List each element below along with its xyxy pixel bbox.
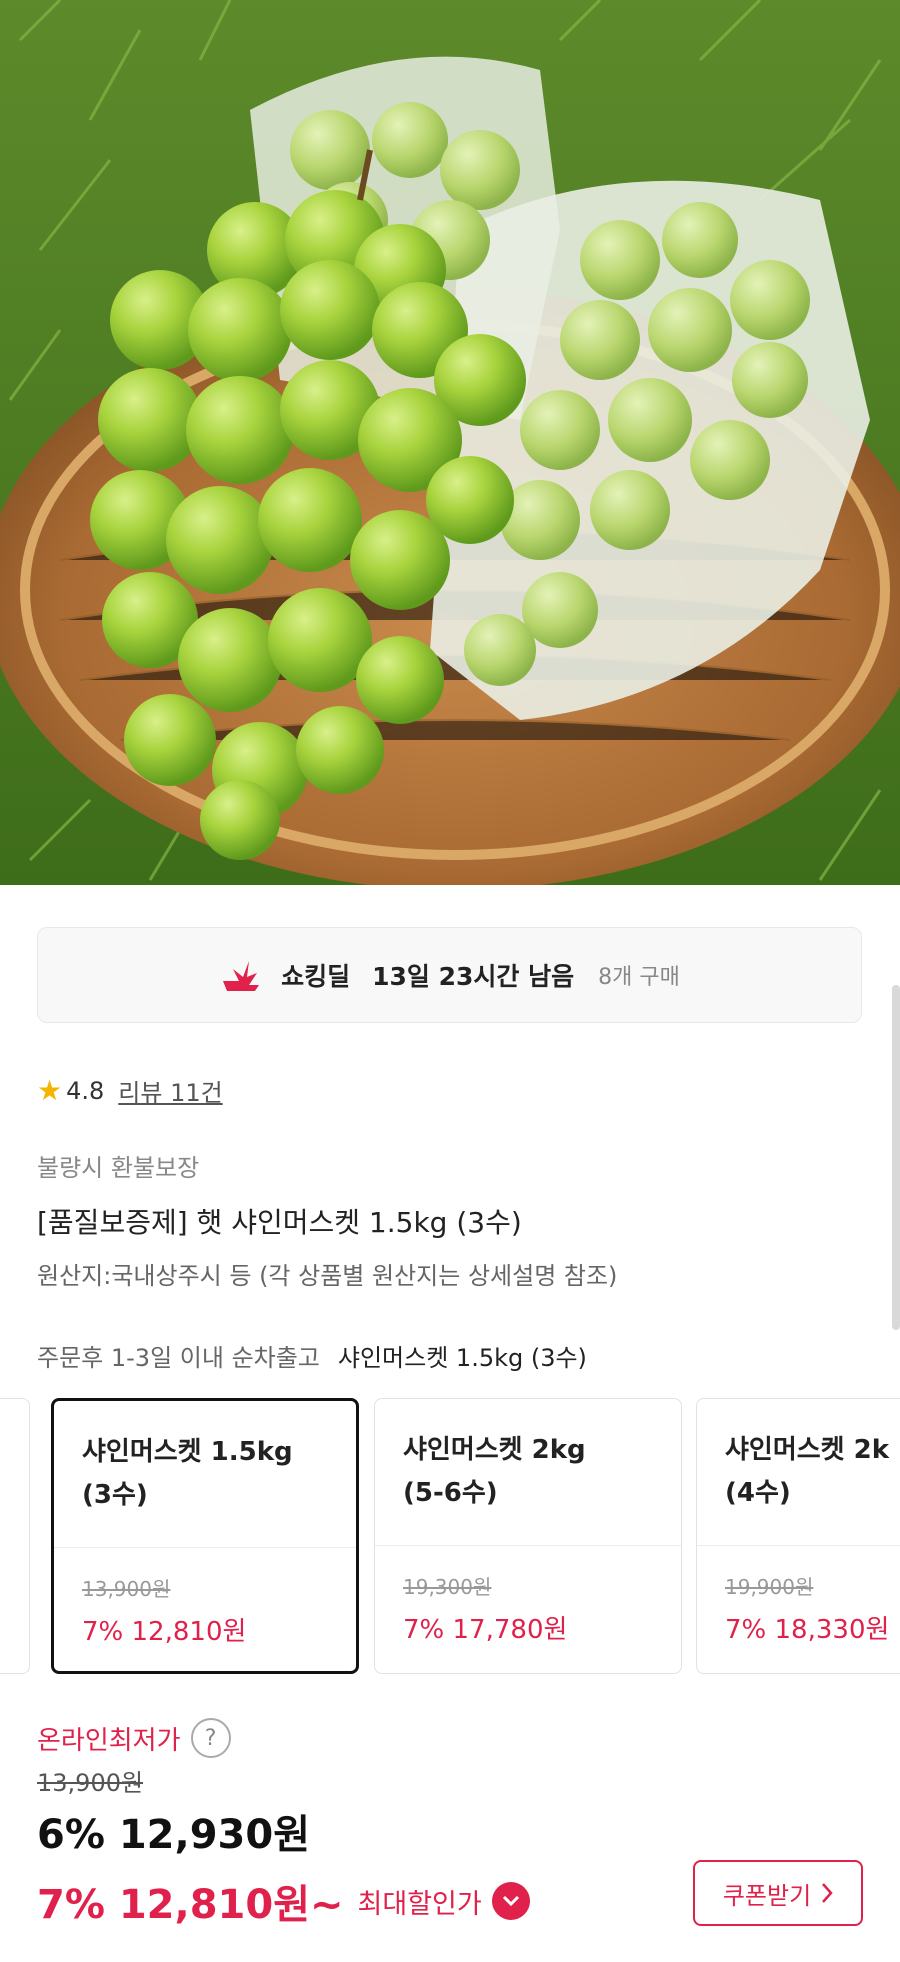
discount-price: 6% 12,930원	[37, 1812, 310, 1858]
option-divider	[375, 1545, 681, 1546]
option-name: 샤인머스켓 2k (4수)	[725, 1435, 890, 1508]
option-name: 샤인머스켓 2kg (5-6수)	[403, 1435, 586, 1508]
option-card-prev[interactable]	[0, 1398, 30, 1674]
option-original-price: 19,900원	[725, 1575, 814, 1599]
chevron-right-icon	[822, 1883, 833, 1903]
rating-score: 4.8	[66, 1076, 105, 1105]
deal-name: 쇼킹딜	[281, 962, 351, 991]
help-icon[interactable]: ?	[190, 1718, 231, 1758]
option-price: 7% 17,780원	[403, 1615, 568, 1645]
best-price-label: 최대할인가	[357, 1888, 482, 1920]
option-original-price: 19,300원	[403, 1575, 492, 1599]
shocking-deal-banner[interactable]: 쇼킹딜 13일 23시간 남음 8개 구매	[37, 927, 862, 1023]
review-link[interactable]: 리뷰 11건	[118, 1073, 222, 1108]
option-card-2[interactable]: 샤인머스켓 2kg (5-6수) 19,300원 7% 17,780원	[374, 1398, 682, 1674]
product-image[interactable]	[0, 0, 900, 885]
grapes-photo	[0, 0, 900, 885]
option-divider	[697, 1545, 900, 1546]
best-price-row[interactable]: 7% 12,810원~ 최대할인가	[37, 1872, 530, 1930]
deal-time-left: 13일 23시간 남음	[372, 962, 575, 991]
selected-option-label: 샤인머스켓 1.5kg (3수)	[337, 1344, 587, 1372]
star-icon: ★	[37, 1073, 63, 1107]
refund-guarantee: 불량시 환불보장	[37, 1154, 200, 1182]
product-title: [품질보증제] 햇 샤인머스켓 1.5kg (3수)	[37, 1206, 522, 1239]
chevron-down-icon[interactable]	[491, 1882, 530, 1920]
lowest-price-label: 온라인최저가	[37, 1725, 181, 1756]
option-card-1[interactable]: 샤인머스켓 1.5kg (3수) 13,900원 7% 12,810원	[51, 1398, 359, 1674]
shipping-info: 주문후 1-3일 이내 순차출고 샤인머스켓 1.5kg (3수)	[37, 1338, 587, 1373]
option-carousel[interactable]: 샤인머스켓 1.5kg (3수) 13,900원 7% 12,810원 샤인머스…	[0, 1398, 900, 1674]
option-divider	[54, 1547, 356, 1548]
option-card-3[interactable]: 샤인머스켓 2k (4수) 19,900원 7% 18,330원	[696, 1398, 900, 1674]
option-original-price: 13,900원	[82, 1577, 171, 1601]
coupon-button[interactable]: 쿠폰받기	[693, 1860, 863, 1926]
rating-row: ★ 4.8 리뷰 11건	[37, 1073, 223, 1108]
option-price: 7% 12,810원	[82, 1617, 247, 1647]
best-price: 7% 12,810원~	[37, 1882, 344, 1928]
lowest-price-label-row: 온라인최저가 ?	[37, 1718, 231, 1758]
shocking-deal-logo-icon	[223, 961, 260, 991]
shipping-text: 주문후 1-3일 이내 순차출고	[37, 1344, 320, 1372]
origin-info: 원산지:국내상주시 등 (각 상품별 원산지는 상세설명 참조)	[37, 1262, 618, 1290]
option-name: 샤인머스켓 1.5kg (3수)	[82, 1437, 293, 1510]
original-price: 13,900원	[37, 1769, 144, 1797]
scrollbar[interactable]	[892, 985, 900, 1330]
coupon-button-label: 쿠폰받기	[722, 1881, 812, 1910]
deal-purchase-count: 8개 구매	[598, 965, 680, 990]
option-price: 7% 18,330원	[725, 1615, 890, 1645]
